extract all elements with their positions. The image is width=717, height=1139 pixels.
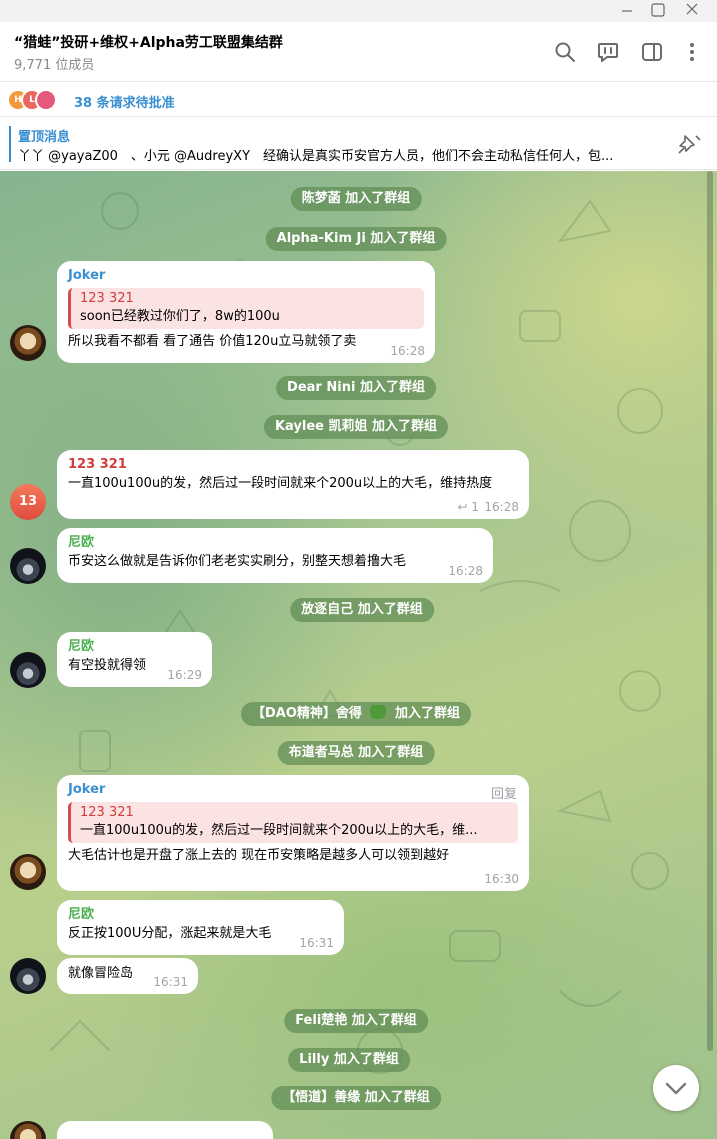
system-message: 【悟道】善缘 加入了群组	[271, 1086, 441, 1110]
system-message: Lilly 加入了群组	[288, 1048, 410, 1072]
reply-quote[interactable]: 123 321 一直100u100u的发，然后过一段时间就来个200u以上的大毛…	[68, 802, 518, 843]
maximize-icon[interactable]	[643, 0, 673, 22]
chevron-down-icon	[665, 1082, 687, 1095]
scrollbar-thumb[interactable]	[707, 171, 713, 1051]
reply-text: 一直100u100u的发，然后过一段时间就来个200u以上的大毛，维...	[80, 823, 478, 838]
chat-scrollbar[interactable]	[707, 171, 713, 1139]
message-text: 大毛估计也是开盘了涨上去的 现在币安策略是越多人可以领到越好	[68, 848, 450, 863]
message-text: 一直100u100u的发，然后过一段时间就来个200u以上的大毛，维持热度	[68, 476, 493, 491]
message-time: 16:28	[390, 344, 425, 358]
reply-text: soon已经教过你们了，8w的100u	[80, 309, 280, 324]
avatar	[35, 89, 57, 111]
message-text: 反正按100U分配，涨起来就是大毛	[68, 926, 272, 941]
message-time: 16:31	[153, 975, 188, 989]
unpin-icon[interactable]	[676, 132, 702, 156]
avatar[interactable]	[10, 325, 46, 361]
message-time: 16:28	[448, 564, 483, 578]
avatar[interactable]: 13	[10, 484, 46, 520]
message-time: 16:31	[299, 936, 334, 950]
more-icon[interactable]	[680, 40, 704, 64]
message-bubble[interactable]: Joker 回复 123 321 一直100u100u的发，然后过一段时间就来个…	[57, 775, 529, 891]
system-message: 布道者马总 加入了群组	[277, 741, 435, 765]
chat-title[interactable]: “猎蛙”投研+维权+Alpha劳工联盟集结群	[14, 32, 283, 52]
message-time: 16:29	[167, 668, 202, 682]
message-bubble[interactable]: 尼欧 币安这么做就是告诉你们老老实实刷分，别整天想着撸大毛 16:28	[57, 528, 493, 583]
side-panel-icon[interactable]	[640, 40, 664, 64]
pinned-title: 置顶消息	[18, 130, 71, 145]
system-message: 陈梦菡 加入了群组	[290, 187, 422, 211]
message-text: 币安这么做就是告诉你们老老实实刷分，别整天想着撸大毛	[68, 554, 407, 569]
avatar[interactable]	[10, 652, 46, 688]
close-icon[interactable]	[678, 0, 708, 22]
chat-area[interactable]: 陈梦菡 加入了群组 Alpha-Kim Ji 加入了群组 Joker 123 3…	[0, 171, 717, 1139]
reply-quote[interactable]: 123 321 soon已经教过你们了，8w的100u	[68, 288, 424, 329]
avatar[interactable]	[10, 854, 46, 890]
voice-chat-icon[interactable]	[596, 40, 620, 64]
sender-name[interactable]: 尼欧	[68, 534, 482, 552]
minimize-icon[interactable]	[612, 0, 642, 22]
reply-button[interactable]: 回复	[491, 783, 517, 802]
reply-count[interactable]: ↩ 1	[457, 500, 479, 514]
avatar[interactable]	[10, 548, 46, 584]
request-avatars: H L	[7, 89, 65, 111]
message-bubble[interactable]	[57, 1121, 273, 1139]
system-message: 【DAO精神】舍得 加入了群组	[241, 702, 471, 726]
system-message: Alpha-Kim Ji 加入了群组	[265, 227, 447, 251]
avatar[interactable]	[10, 958, 46, 994]
goblin-emoji	[370, 705, 387, 719]
join-requests-bar[interactable]: H L 38 条请求待批准	[0, 83, 717, 117]
sender-name[interactable]: 123 321	[68, 456, 518, 474]
system-message: 放逐自己 加入了群组	[290, 598, 434, 622]
message-bubble[interactable]: 123 321 一直100u100u的发，然后过一段时间就来个200u以上的大毛…	[57, 450, 529, 519]
chat-header[interactable]: “猎蛙”投研+维权+Alpha劳工联盟集结群 9,771 位成员	[0, 22, 717, 82]
message-bubble[interactable]: 尼欧 反正按100U分配，涨起来就是大毛 16:31	[57, 900, 344, 955]
system-message: Feli楚艳 加入了群组	[284, 1009, 428, 1033]
message-time: 16:30	[484, 872, 519, 886]
scroll-to-bottom-button[interactable]	[653, 1065, 699, 1111]
pinned-accent-bar	[9, 126, 11, 162]
reply-sender: 123 321	[80, 805, 134, 820]
member-count: 9,771 位成员	[14, 58, 95, 73]
system-message: Kaylee 凯莉姐 加入了群组	[263, 415, 449, 439]
sender-name[interactable]: 尼欧	[68, 906, 333, 924]
message-time: 16:28	[484, 500, 519, 514]
sender-name[interactable]: Joker	[68, 781, 518, 799]
system-message-suffix: 加入了群组	[394, 706, 460, 721]
window-titlebar	[0, 0, 717, 22]
system-message-name: 【DAO精神】舍得	[252, 706, 362, 721]
sender-name[interactable]: Joker	[68, 267, 424, 285]
message-bubble[interactable]: Joker 123 321 soon已经教过你们了，8w的100u 所以我看不都…	[57, 261, 435, 363]
message-bubble[interactable]: 就像冒险岛 16:31	[57, 958, 198, 994]
message-bubble[interactable]: 尼欧 有空投就得领 16:29	[57, 632, 212, 687]
join-requests-text[interactable]: 38 条请求待批准	[74, 92, 175, 111]
message-text: 所以我看不都看 看了通告 价值120u立马就领了卖	[68, 334, 357, 349]
pinned-message[interactable]: 置顶消息 丫丫 @yayaZ00 、小元 @AudreyXY 经确认是真实币安官…	[0, 118, 717, 170]
reply-sender: 123 321	[80, 291, 134, 306]
sender-name[interactable]: 尼欧	[68, 638, 201, 656]
pinned-text: 丫丫 @yayaZ00 、小元 @AudreyXY 经确认是真实币安官方人员，他…	[18, 149, 614, 164]
search-icon[interactable]	[553, 40, 577, 64]
system-message: Dear Nini 加入了群组	[276, 376, 436, 400]
